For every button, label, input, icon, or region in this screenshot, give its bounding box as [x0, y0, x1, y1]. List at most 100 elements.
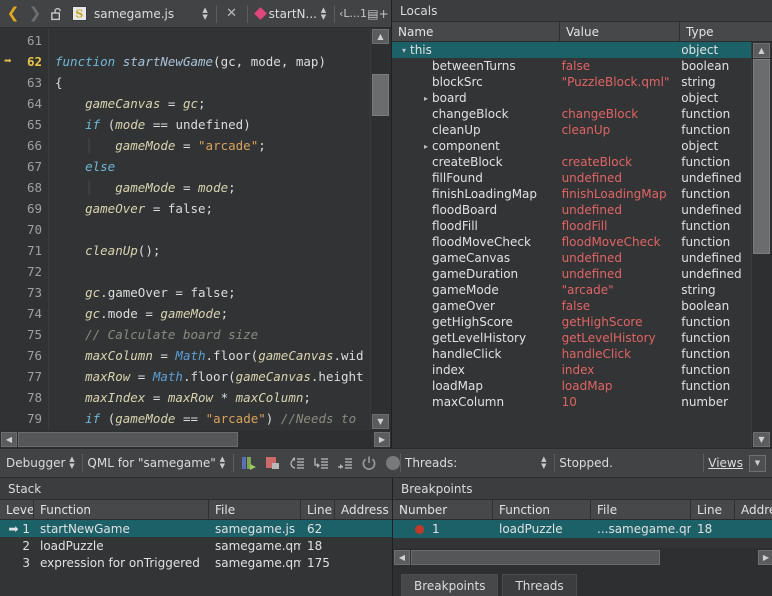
- scroll-up-arrow[interactable]: ▲: [372, 29, 389, 44]
- views-menu-button[interactable]: Views: [708, 456, 743, 470]
- locals-row[interactable]: floodMoveCheckfloodMoveCheckfunction: [392, 234, 751, 250]
- locals-row[interactable]: blockSrc"PuzzleBlock.qml"string: [392, 74, 751, 90]
- stack-header-function[interactable]: Function: [34, 500, 209, 520]
- code-line[interactable]: else: [49, 156, 370, 177]
- step-out-button[interactable]: [335, 452, 357, 474]
- horizontal-scroll-thumb[interactable]: [18, 432, 238, 447]
- dropdown-icon[interactable]: ▼: [749, 455, 766, 472]
- locals-row[interactable]: fillFoundundefinedundefined: [392, 170, 751, 186]
- scroll-down-arrow[interactable]: ▼: [372, 414, 389, 429]
- chevron-down-icon[interactable]: ▾: [398, 46, 410, 55]
- code-line[interactable]: maxRow = Math.floor(gameCanvas.height: [49, 366, 370, 387]
- stack-header-address[interactable]: Address: [335, 500, 392, 520]
- locals-row[interactable]: createBlockcreateBlockfunction: [392, 154, 751, 170]
- locals-header-name[interactable]: Name: [392, 22, 560, 42]
- breakpoint-row[interactable]: 1loadPuzzle...samegame.qml18: [393, 520, 772, 538]
- editor-vertical-scrollbar[interactable]: ▲ ▼: [370, 28, 391, 430]
- threads-stepper[interactable]: ▲▼: [537, 453, 550, 473]
- stack-table-body[interactable]: ➡ 1startNewGamesamegame.js622loadPuzzles…: [0, 520, 392, 596]
- locals-scroll-up-arrow[interactable]: ▲: [753, 43, 770, 58]
- tab-breakpoints[interactable]: Breakpoints: [401, 574, 498, 596]
- locals-row[interactable]: gameDurationundefinedundefined: [392, 266, 751, 282]
- code-line[interactable]: gameOver = false;: [49, 198, 370, 219]
- bp-header-file[interactable]: File: [591, 500, 691, 520]
- locals-scroll-down-arrow[interactable]: ▼: [753, 432, 770, 447]
- breakpoint-dot-icon[interactable]: [415, 525, 424, 534]
- code-line[interactable]: // Calculate board size: [49, 324, 370, 345]
- locals-row[interactable]: ▾thisobject: [392, 42, 751, 58]
- locals-row[interactable]: betweenTurnsfalseboolean: [392, 58, 751, 74]
- code-line[interactable]: │ gameMode = "arcade";: [49, 135, 370, 156]
- restart-debug-button[interactable]: [359, 452, 381, 474]
- debugger-mode-stepper[interactable]: ▲▼: [65, 453, 78, 473]
- step-over-button[interactable]: [287, 452, 309, 474]
- locals-tree-body[interactable]: ▾thisobject betweenTurnsfalseboolean blo…: [392, 42, 751, 448]
- code-line[interactable]: if (mode == undefined): [49, 114, 370, 135]
- locals-row[interactable]: loadMaploadMapfunction: [392, 378, 751, 394]
- breakpoints-table-body[interactable]: 1loadPuzzle...samegame.qml18: [393, 520, 772, 548]
- tab-threads[interactable]: Threads: [502, 574, 576, 596]
- back-button[interactable]: ❮: [2, 2, 24, 26]
- bp-header-function[interactable]: Function: [493, 500, 591, 520]
- symbol-label[interactable]: startN...: [269, 7, 317, 21]
- forward-button[interactable]: ❯: [24, 2, 46, 26]
- code-text-area[interactable]: function startNewGame(gc, mode, map){ ga…: [48, 28, 370, 430]
- locals-row[interactable]: ▸boardobject: [392, 90, 751, 106]
- code-line[interactable]: │ gameMode = mode;: [49, 177, 370, 198]
- horizontal-scroll-track[interactable]: [18, 432, 373, 447]
- locals-vertical-scrollbar[interactable]: ▲ ▼: [751, 42, 772, 448]
- line-column-indicator[interactable]: ‹L...1: [339, 7, 367, 20]
- scroll-left-arrow[interactable]: ◀: [1, 432, 17, 447]
- code-line[interactable]: [49, 30, 370, 51]
- editor-horizontal-scrollbar[interactable]: ◀ ▶: [0, 430, 391, 448]
- code-line[interactable]: gc.mode = gameMode;: [49, 303, 370, 324]
- bottom-tab-strip[interactable]: BreakpointsThreads: [393, 566, 772, 596]
- code-line[interactable]: [49, 219, 370, 240]
- locals-row[interactable]: cleanUpcleanUpfunction: [392, 122, 751, 138]
- bp-scroll-track[interactable]: [411, 550, 757, 565]
- editor-filename[interactable]: samegame.js: [94, 7, 174, 21]
- bp-header-number[interactable]: Number: [393, 500, 493, 520]
- chevron-right-icon[interactable]: ▸: [420, 94, 432, 103]
- debugger-mode-label[interactable]: Debugger: [6, 456, 65, 470]
- locals-row[interactable]: ▸componentobject: [392, 138, 751, 154]
- code-line[interactable]: gc.gameOver = false;: [49, 282, 370, 303]
- bp-scroll-right-arrow[interactable]: ▶: [758, 550, 772, 565]
- continue-debug-button[interactable]: [239, 452, 261, 474]
- lock-button[interactable]: [46, 2, 68, 26]
- step-into-button[interactable]: [311, 452, 333, 474]
- locals-scroll-thumb[interactable]: [753, 59, 770, 254]
- split-editor-button[interactable]: ▤+: [367, 2, 389, 26]
- code-editor[interactable]: 61➡6263646566676869707172737475767778798…: [0, 28, 391, 430]
- stack-header-level[interactable]: Level: [0, 500, 34, 520]
- code-line[interactable]: [49, 261, 370, 282]
- code-line[interactable]: gameCanvas = gc;: [49, 93, 370, 114]
- locals-row[interactable]: handleClickhandleClickfunction: [392, 346, 751, 362]
- locals-row[interactable]: maxColumn10number: [392, 394, 751, 410]
- symbol-selector-stepper[interactable]: ▲▼: [317, 4, 330, 24]
- stack-row[interactable]: 3expression for onTriggeredsamegame.qml1…: [0, 554, 392, 571]
- code-line[interactable]: maxColumn = Math.floor(gameCanvas.wid: [49, 345, 370, 366]
- bp-scroll-thumb[interactable]: [411, 550, 660, 565]
- locals-row[interactable]: gameMode"arcade"string: [392, 282, 751, 298]
- breakpoints-horizontal-scrollbar[interactable]: ◀ ▶: [393, 548, 772, 566]
- threads-label[interactable]: Threads:: [405, 456, 457, 470]
- vertical-scroll-thumb[interactable]: [372, 74, 389, 116]
- debug-config-label[interactable]: QML for "samegame": [87, 456, 215, 470]
- close-editor-button[interactable]: ✕: [221, 2, 243, 26]
- locals-row[interactable]: floodBoardundefinedundefined: [392, 202, 751, 218]
- code-line[interactable]: cleanUp();: [49, 240, 370, 261]
- stop-debug-button[interactable]: [263, 452, 285, 474]
- code-line[interactable]: maxIndex = maxRow * maxColumn;: [49, 387, 370, 408]
- scroll-right-arrow[interactable]: ▶: [374, 432, 390, 447]
- locals-tree[interactable]: ▾thisobject betweenTurnsfalseboolean blo…: [392, 42, 772, 448]
- locals-row[interactable]: finishLoadingMapfinishLoadingMapfunction: [392, 186, 751, 202]
- stack-row[interactable]: 2loadPuzzlesamegame.qml18: [0, 537, 392, 554]
- chevron-right-icon[interactable]: ▸: [420, 142, 432, 151]
- code-line[interactable]: {: [49, 72, 370, 93]
- locals-header-type[interactable]: Type: [680, 22, 752, 42]
- locals-row[interactable]: floodFillfloodFillfunction: [392, 218, 751, 234]
- locals-header-value[interactable]: Value: [560, 22, 680, 42]
- stack-row[interactable]: ➡ 1startNewGamesamegame.js62: [0, 520, 392, 537]
- locals-row[interactable]: gameCanvasundefinedundefined: [392, 250, 751, 266]
